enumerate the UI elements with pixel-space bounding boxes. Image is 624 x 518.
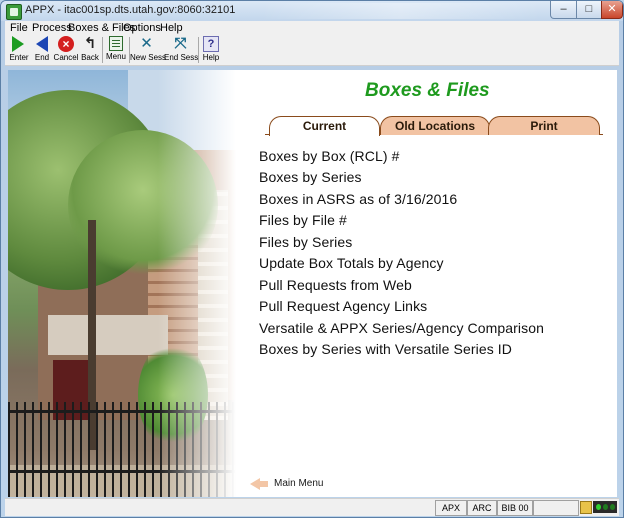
menu-process[interactable]: Process [32,22,72,34]
menu-file[interactable]: File [10,22,28,34]
new-session-button-label: New Sess [130,53,167,62]
photo-fade-overlay [158,70,240,497]
link-boxes-by-series[interactable]: Boxes by Series [259,169,362,185]
status-cell-apx: APX [435,500,467,516]
menu-button-label: Menu [105,52,126,61]
toolbar: Enter End × Cancel ↰ Back Menu ✕ New Ses… [5,35,619,66]
new-session-button[interactable]: ✕ New Sess [130,35,167,65]
end-session-icon: ⤧ [174,35,187,52]
enter-button[interactable]: Enter [7,36,31,65]
status-cell-arc: ARC [467,500,497,516]
back-button-label: Back [81,53,99,62]
title-bar: APPX - itac001sp.dts.utah.gov:8060:32101… [1,1,623,21]
help-button[interactable]: ? Help [201,36,221,65]
main-menu-link[interactable]: Main Menu [274,478,323,489]
cancel-button-label: Cancel [53,53,79,62]
link-boxes-by-box-rcl[interactable]: Boxes by Box (RCL) # [259,148,400,164]
lock-icon [580,501,592,514]
title-bar-reflection [261,3,541,19]
link-pull-requests-from-web[interactable]: Pull Requests from Web [259,277,412,293]
end-session-button[interactable]: ⤧ End Sess [164,35,199,65]
photo-entrance-roof [48,315,168,355]
close-button[interactable]: ✕ [601,1,623,19]
end-session-button-label: End Sess [164,53,199,62]
end-arrow-icon [36,36,48,52]
status-light [610,504,615,510]
status-lights-icon [593,501,617,513]
status-bar: APX ARC BIB 00 [5,498,619,516]
menu-bar: File Process Boxes & Files Options Help [5,21,619,35]
cancel-button[interactable]: × Cancel [53,36,79,65]
status-cell-bib: BIB 00 [497,500,533,516]
tab-old-locations[interactable]: Old Locations [380,116,490,135]
status-cell-empty [533,500,579,516]
end-button[interactable]: End [32,36,52,65]
back-button[interactable]: ↰ Back [80,36,100,65]
cancel-icon: × [58,36,74,52]
minimize-button[interactable]: – [550,1,577,19]
maximize-button[interactable]: □ [576,1,602,19]
enter-arrow-icon [12,36,24,52]
end-button-label: End [34,53,50,62]
link-versatile-appx-comparison[interactable]: Versatile & APPX Series/Agency Compariso… [259,320,544,336]
status-light [603,504,608,510]
link-files-by-file-number[interactable]: Files by File # [259,212,347,228]
toolbar-separator [198,37,199,63]
window-title: APPX - itac001sp.dts.utah.gov:8060:32101 [25,4,236,16]
app-window: APPX - itac001sp.dts.utah.gov:8060:32101… [0,0,624,518]
page-title: Boxes & Files [365,80,490,101]
back-arrow-icon[interactable] [250,478,268,490]
back-icon: ↰ [83,35,97,52]
link-update-box-totals[interactable]: Update Box Totals by Agency [259,255,444,271]
tab-print[interactable]: Print [488,116,600,135]
status-light [596,504,601,510]
link-pull-request-agency-links[interactable]: Pull Request Agency Links [259,298,427,314]
appx-app-icon [6,4,22,20]
help-icon: ? [203,36,219,52]
menu-button[interactable]: Menu [104,36,128,65]
menu-help[interactable]: Help [160,22,183,34]
enter-button-label: Enter [9,53,29,62]
toolbar-separator [102,37,103,63]
link-boxes-in-asrs[interactable]: Boxes in ASRS as of 3/16/2016 [259,191,457,207]
help-button-label: Help [202,53,220,62]
link-files-by-series[interactable]: Files by Series [259,234,352,250]
new-session-icon: ✕ [140,35,153,52]
link-boxes-by-series-versatile-id[interactable]: Boxes by Series with Versatile Series ID [259,341,512,357]
menu-icon [109,36,123,51]
main-content: Boxes & Files Current Old Locations Prin… [8,70,617,497]
tab-current[interactable]: Current [269,116,380,136]
building-photo [8,70,240,497]
menu-options[interactable]: Options [123,22,161,34]
